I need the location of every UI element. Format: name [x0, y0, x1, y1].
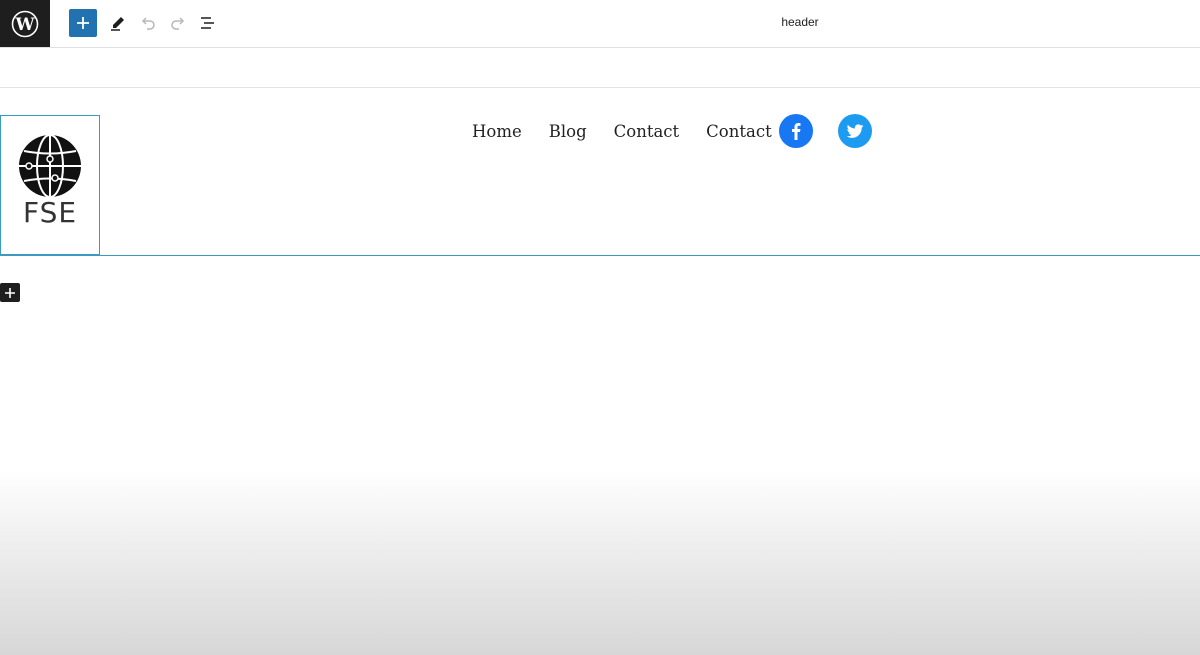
header-template-part[interactable]	[0, 88, 1200, 256]
nav-item-contact-2[interactable]: Contact	[706, 122, 772, 141]
twitter-icon	[846, 124, 864, 138]
twitter-link[interactable]	[838, 114, 872, 148]
tools-button[interactable]	[104, 9, 132, 37]
redo-button[interactable]	[164, 9, 192, 37]
nav-item-blog[interactable]: Blog	[549, 122, 587, 141]
editor-toolbar: W header	[0, 0, 1200, 48]
plus-icon	[77, 17, 89, 29]
plus-icon	[5, 287, 15, 298]
nav-item-home[interactable]: Home	[472, 122, 522, 141]
pencil-icon	[111, 17, 124, 31]
globe-icon	[19, 134, 81, 198]
nav-item-contact[interactable]: Contact	[614, 122, 680, 141]
logo-text: FSE	[22, 196, 78, 229]
undo-icon	[141, 17, 155, 30]
block-inserter-button[interactable]	[0, 283, 20, 302]
document-title[interactable]: header	[700, 15, 900, 29]
site-logo[interactable]: FSE	[0, 115, 100, 255]
svg-text:W: W	[14, 15, 35, 35]
list-view-icon	[201, 17, 214, 29]
list-view-button[interactable]	[194, 9, 222, 37]
facebook-link[interactable]	[779, 114, 813, 148]
undo-button[interactable]	[134, 9, 162, 37]
add-block-button[interactable]	[69, 9, 97, 37]
facebook-icon	[792, 123, 801, 140]
redo-icon	[171, 17, 185, 30]
wordpress-logo-icon[interactable]: W	[0, 0, 50, 47]
navigation-menu: Home Blog Contact Contact	[472, 122, 772, 141]
